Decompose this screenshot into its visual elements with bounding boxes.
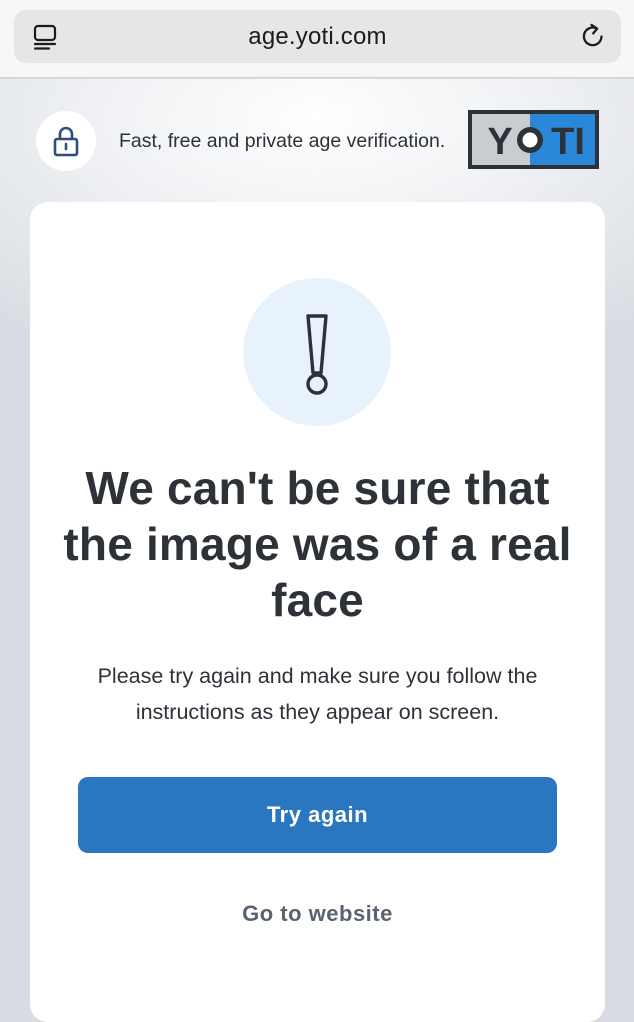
error-card: We can't be sure that the image was of a… <box>30 202 605 1022</box>
reload-icon[interactable] <box>579 22 607 50</box>
svg-text:Y: Y <box>487 121 512 163</box>
url-text[interactable]: age.yoti.com <box>14 10 621 63</box>
yoti-logo: Y TI <box>468 110 599 169</box>
tagline: Fast, free and private age verification. <box>119 130 446 152</box>
error-description: Please try again and make sure you follo… <box>97 664 538 724</box>
go-to-website-link[interactable]: Go to website <box>78 897 557 931</box>
lock-icon <box>53 126 79 157</box>
page-content: Fast, free and private age verification.… <box>0 79 634 1022</box>
svg-text:TI: TI <box>551 121 585 163</box>
alert-badge <box>243 278 391 426</box>
try-again-button[interactable]: Try again <box>78 777 557 853</box>
error-title: We can't be sure that the image was of a… <box>63 462 572 626</box>
exclamation-icon <box>306 314 328 395</box>
browser-toolbar: age.yoti.com <box>0 0 634 78</box>
lock-badge <box>36 111 96 171</box>
address-bar[interactable]: age.yoti.com <box>14 10 621 63</box>
